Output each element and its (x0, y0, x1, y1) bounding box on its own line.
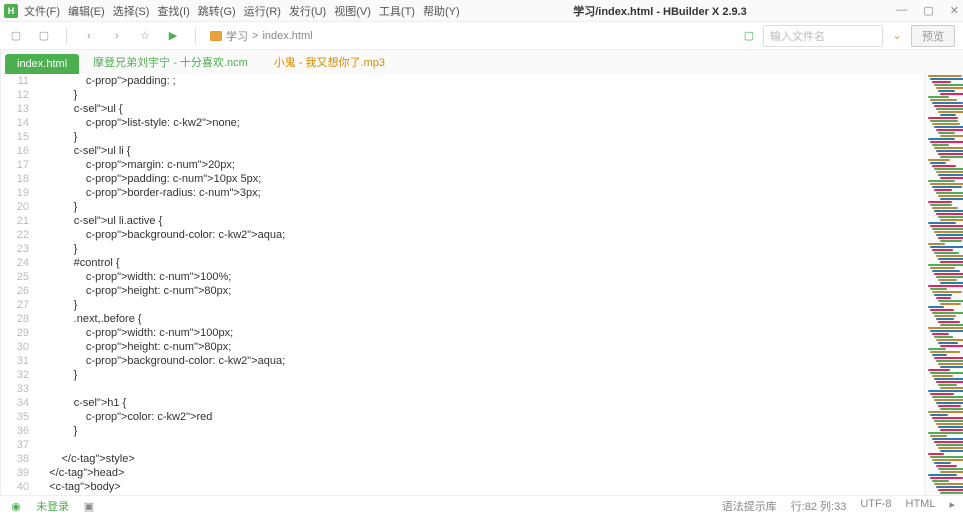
language-mode[interactable]: HTML (906, 498, 936, 514)
close-button[interactable]: ✕ (950, 4, 959, 17)
statusbar: ◉ 未登录 ▣ 语法提示库 行:82 列:33 UTF-8 HTML ▸ (0, 495, 963, 516)
app-logo-icon: H (4, 4, 18, 18)
toolbar: ▢ ▢ ‹ › ☆ ▶ 学习 > index.html ▢ 输入文件名 ⌄ 预览 (0, 22, 963, 50)
cursor-position: 行:82 列:33 (791, 498, 847, 514)
menu-item[interactable]: 工具(T) (375, 5, 419, 19)
encoding[interactable]: UTF-8 (860, 498, 891, 514)
menubar: H 文件(F)编辑(E)选择(S)查找(I)跳转(G)运行(R)发行(U)视图(… (0, 0, 963, 22)
more-icon[interactable]: ▸ (949, 498, 955, 514)
menu-item[interactable]: 文件(F) (20, 5, 64, 19)
syntax-label[interactable]: 语法提示库 (722, 498, 777, 514)
menu-item[interactable]: 编辑(E) (64, 5, 109, 19)
filter-icon[interactable]: ⌄ (889, 28, 905, 44)
breadcrumb[interactable]: 学习 > index.html (210, 28, 313, 44)
folder-icon (210, 31, 222, 41)
menu-item[interactable]: 选择(S) (109, 5, 154, 19)
menu-item[interactable]: 发行(U) (285, 5, 330, 19)
save-icon[interactable]: ▢ (36, 28, 52, 44)
back-icon[interactable]: ‹ (81, 28, 97, 44)
star-icon[interactable]: ☆ (137, 28, 153, 44)
editor-tabs: index.html摩登兄弟刘宇宁 - 十分喜欢.ncm小鬼 - 我又想你了.m… (1, 50, 963, 74)
menu-item[interactable]: 帮助(Y) (419, 5, 464, 19)
preview-button[interactable]: 预览 (911, 25, 955, 47)
login-status[interactable]: 未登录 (36, 498, 69, 514)
search-input[interactable]: 输入文件名 (763, 25, 883, 47)
new-file2-icon[interactable]: ▢ (741, 28, 757, 44)
maximize-button[interactable]: ▢ (923, 4, 933, 17)
menu-item[interactable]: 查找(I) (153, 5, 193, 19)
minimize-button[interactable]: — (896, 4, 907, 17)
user-icon[interactable]: ◉ (8, 498, 24, 514)
forward-icon[interactable]: › (109, 28, 125, 44)
terminal-icon[interactable]: ▣ (81, 498, 97, 514)
editor-tab[interactable]: 小鬼 - 我又想你了.mp3 (262, 50, 397, 74)
minimap[interactable] (924, 74, 963, 495)
new-file-icon[interactable]: ▢ (8, 28, 24, 44)
run-icon[interactable]: ▶ (165, 28, 181, 44)
editor-tab[interactable]: index.html (5, 54, 79, 74)
code-editor[interactable]: 1112131415161718192021222324252627282930… (1, 74, 963, 495)
menu-item[interactable]: 视图(V) (330, 5, 375, 19)
window-title: 学习/index.html - HBuilder X 2.9.3 (466, 3, 895, 19)
editor-tab[interactable]: 摩登兄弟刘宇宁 - 十分喜欢.ncm (81, 50, 260, 74)
menu-item[interactable]: 跳转(G) (194, 5, 240, 19)
menu-item[interactable]: 运行(R) (240, 5, 285, 19)
